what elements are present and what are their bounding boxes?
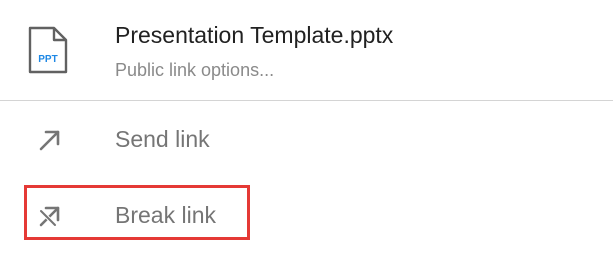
- link-options-sheet: PPT Presentation Template.pptx Public li…: [0, 0, 613, 254]
- break-link-menu-item[interactable]: Break link: [0, 184, 613, 248]
- file-header: PPT Presentation Template.pptx Public li…: [0, 0, 613, 100]
- break-link-label: Break link: [115, 202, 216, 228]
- file-subtitle: Public link options...: [115, 60, 275, 80]
- broken-link-arrow-icon: [38, 206, 60, 228]
- ppt-file-icon: PPT: [28, 26, 68, 74]
- divider: [0, 100, 613, 101]
- ppt-badge-text: PPT: [38, 54, 57, 65]
- send-link-label: Send link: [115, 126, 210, 152]
- send-link-menu-item[interactable]: Send link: [0, 108, 613, 172]
- arrow-up-right-icon: [39, 130, 60, 151]
- file-name: Presentation Template.pptx: [115, 22, 394, 48]
